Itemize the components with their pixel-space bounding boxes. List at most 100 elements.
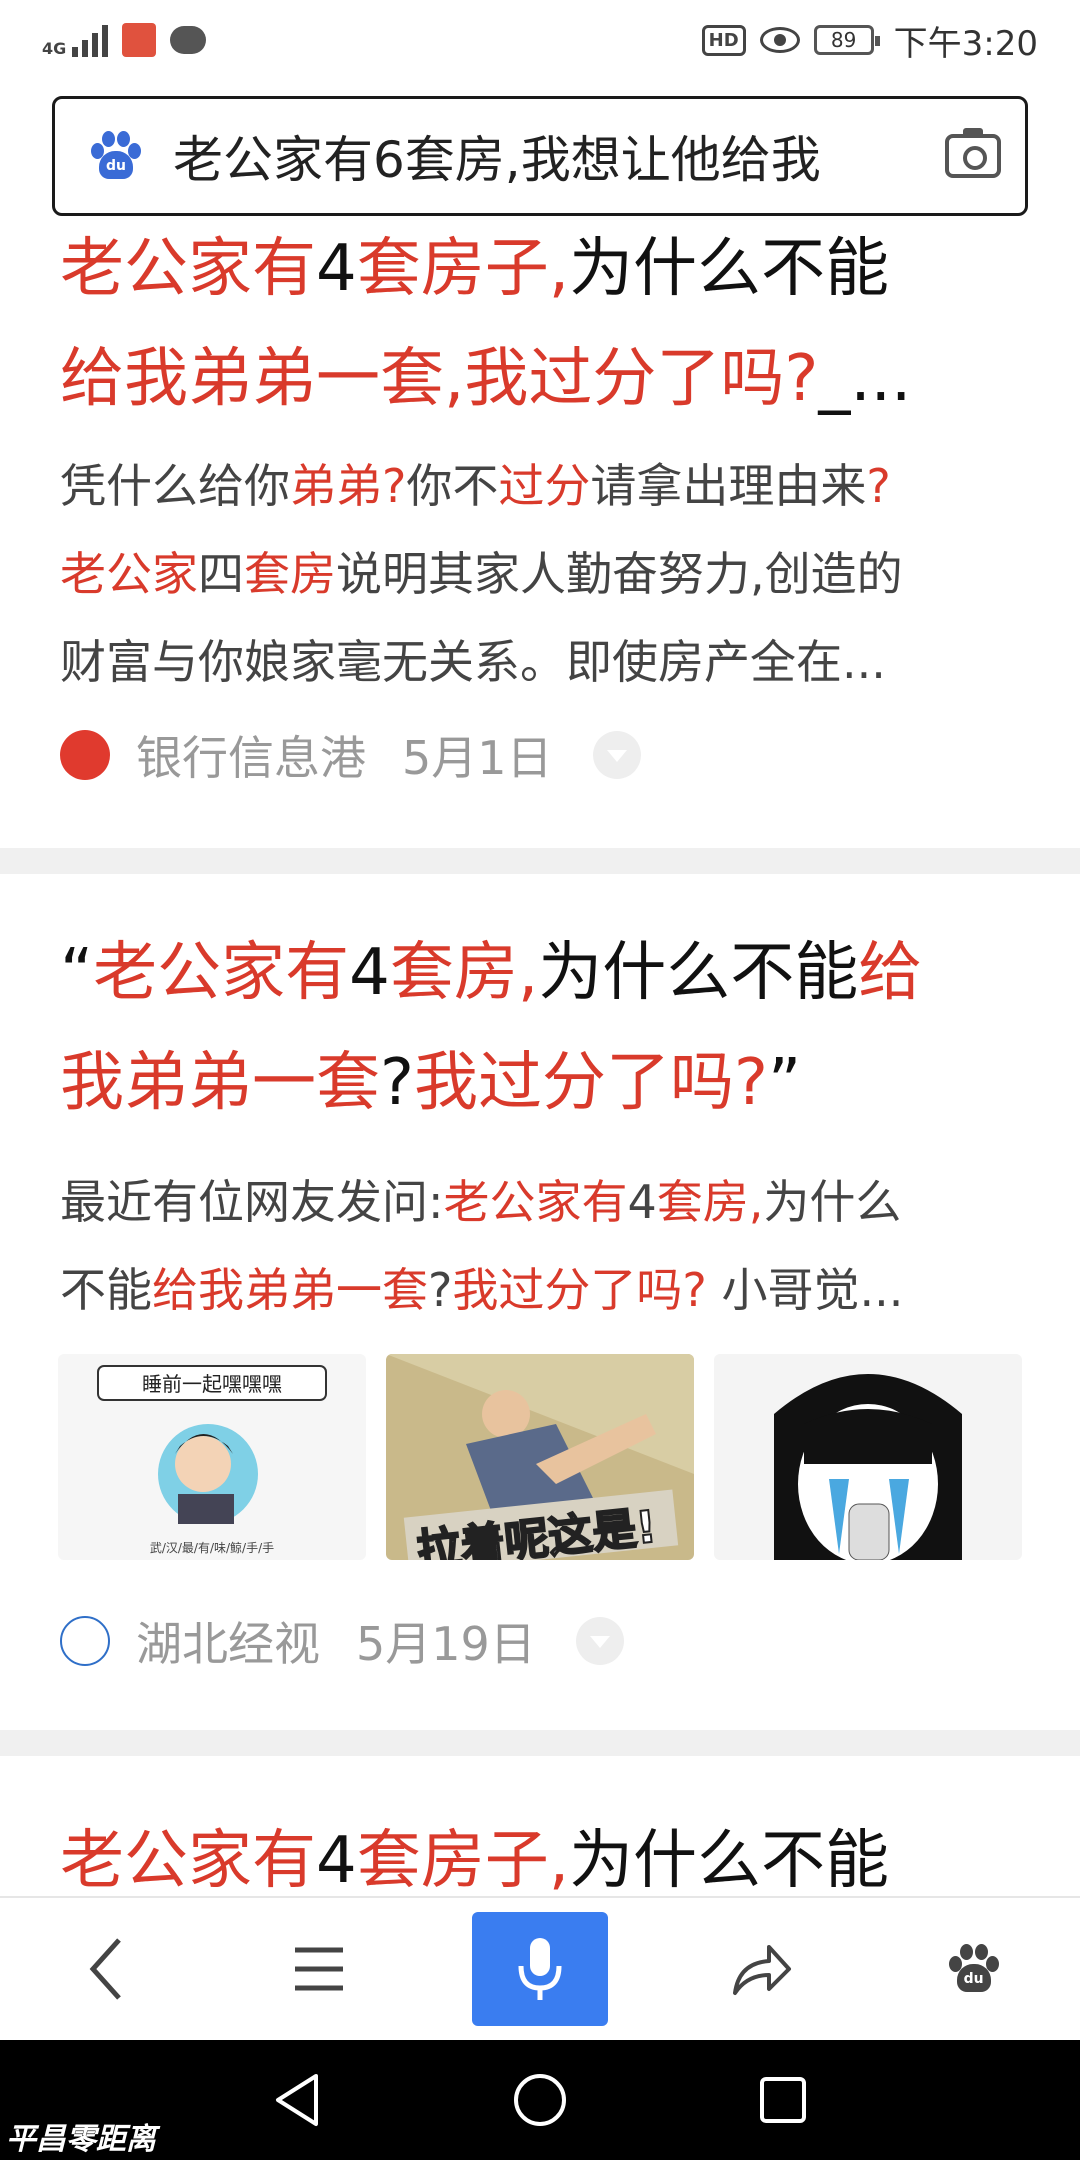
highlighted-text: 弟弟? (290, 459, 407, 513)
highlighted-text: 我过分了吗? (452, 1263, 707, 1317)
text-segment: 凭什么给你 (60, 459, 290, 513)
highlighted-text: 过分 (498, 459, 591, 513)
result-title[interactable]: “老公家有4套房,为什么不能给 我弟弟一套?我过分了吗?” (60, 918, 1030, 1138)
text-segment: 4 (316, 1824, 357, 1898)
thumbnail-image[interactable]: 拉着呢这是! (386, 1354, 694, 1560)
signal-icon (72, 23, 109, 57)
chevron-down-icon[interactable] (592, 731, 641, 779)
text-segment: ? (380, 1046, 414, 1120)
result-snippet: 凭什么给你弟弟?你不过分请拿出理由来? 老公家四套房说明其家人勤奋努力,创造的 财富… (60, 442, 1030, 706)
source-logo-icon (60, 1616, 110, 1666)
text-segment: 4 (349, 936, 390, 1010)
chevron-down-icon[interactable] (575, 1617, 624, 1665)
text-segment: 最近有位网友发问: (60, 1175, 444, 1229)
highlighted-text: 给 (858, 936, 923, 1010)
text-segment: 请拿出理由来 (590, 459, 867, 513)
thumbnail-image[interactable] (714, 1354, 1022, 1560)
baidu-home-button[interactable]: du (914, 1909, 1034, 2029)
nav-recents-icon[interactable] (758, 2075, 808, 2125)
baidu-logo-icon: du (89, 129, 143, 183)
highlighted-text: 套房子, (356, 232, 570, 306)
text-segment: 4 (316, 232, 357, 306)
snippet-line: 凭什么给你弟弟?你不过分请拿出理由来? (60, 442, 1030, 530)
highlighted-text: 套房 (244, 547, 336, 601)
title-line: 老公家有4套房子,为什么不能 (60, 214, 1030, 324)
text-segment: _... (818, 342, 912, 416)
highlighted-text: 我过分了吗? (413, 1046, 768, 1120)
source-name: 银行信息港 (136, 731, 366, 785)
text-segment: 不能 (60, 1263, 152, 1317)
battery-icon: 89 (813, 25, 880, 55)
highlighted-text: 老公家 (60, 547, 198, 601)
highlighted-text: 套房, (389, 936, 539, 1010)
menu-button[interactable] (259, 1909, 379, 2029)
snippet-line: 最近有位网友发问:老公家有4套房,为什么 (60, 1158, 1030, 1246)
text-segment: “ (60, 936, 94, 1010)
highlighted-text: 我弟弟一套 (60, 1046, 380, 1120)
title-line: 我弟弟一套?我过分了吗?” (60, 1028, 1030, 1138)
highlighted-text: 老公家有 (60, 232, 316, 306)
text-segment: 小哥觉... (706, 1263, 904, 1317)
result-title[interactable]: 老公家有4套房子,为什么不能 给我弟弟一套,我过分了吗?_... (60, 214, 1030, 434)
text-segment: 四 (198, 547, 244, 601)
logo-text: du (99, 151, 133, 179)
snippet-line: 财富与你娘家毫无关系。即使房产全在... (60, 618, 1030, 706)
text-segment: 说明其家人勤奋努力,创造的 (336, 547, 903, 601)
nav-back-icon[interactable] (272, 2072, 322, 2128)
search-bar[interactable]: du 老公家有6套房,我想让他给我 (52, 96, 1028, 216)
back-button[interactable] (46, 1909, 166, 2029)
highlighted-text: 套房子, (356, 1824, 570, 1898)
nav-home-icon[interactable] (512, 2072, 568, 2128)
text-segment: 财富与你娘家毫无关系。即使房产全在... (60, 635, 886, 689)
clock: 下午3:20 (893, 23, 1038, 64)
text-segment: 为什么不能 (538, 936, 859, 1010)
voice-search-button[interactable] (471, 1912, 608, 2026)
title-line: 给我弟弟一套,我过分了吗?_... (60, 324, 1030, 434)
system-nav-bar (0, 2040, 1080, 2160)
network-type: 4G (42, 39, 67, 58)
app-notification-icon (122, 23, 157, 57)
back-icon (90, 1938, 122, 2000)
text-segment: 4 (627, 1175, 657, 1229)
message-icon (170, 26, 207, 54)
thumbnail-image[interactable]: 睡前一起嘿嘿嘿 武/汉/最/有/味/鲸/手/手 (58, 1354, 366, 1560)
watermark: 平昌零距离 (6, 2122, 156, 2157)
share-button[interactable] (701, 1909, 821, 2029)
text-segment: ” (767, 1046, 802, 1120)
divider (0, 848, 1080, 874)
source-logo-icon (60, 730, 110, 780)
text-segment: ? (428, 1263, 453, 1317)
source-name: 湖北经视 (136, 1617, 320, 1671)
logo-text: du (956, 1964, 991, 1992)
share-icon (732, 1945, 791, 1995)
title-line: “老公家有4套房,为什么不能给 (60, 918, 1030, 1028)
network-indicator: 4G (42, 23, 109, 58)
thumb-caption: 睡前一起嘿嘿嘿 (142, 1372, 282, 1396)
highlighted-text: ? (866, 459, 891, 513)
divider (0, 1730, 1080, 1756)
result-date: 5月19日 (356, 1617, 536, 1671)
camera-icon[interactable] (945, 128, 1001, 178)
mic-icon (518, 1938, 562, 2000)
search-input[interactable]: 老公家有6套房,我想让他给我 (173, 120, 925, 192)
highlighted-text: 给我弟弟一套 (152, 1263, 428, 1317)
text-segment: 为什么 (763, 1175, 902, 1229)
menu-icon (295, 1947, 344, 1991)
highlighted-text: 套房, (656, 1175, 764, 1229)
text-segment: 为什么不能 (569, 232, 890, 306)
snippet-line: 不能给我弟弟一套?我过分了吗? 小哥觉... (60, 1246, 1030, 1334)
result-date: 5月1日 (402, 731, 553, 785)
snippet-line: 老公家四套房说明其家人勤奋努力,创造的 (60, 530, 1030, 618)
hd-badge: HD (701, 24, 746, 56)
status-bar: 4G HD 89 下午3:20 (0, 0, 1080, 80)
highlighted-text: 老公家有 (443, 1175, 628, 1229)
bottom-toolbar: du (0, 1896, 1080, 2040)
highlighted-text: 老公家有 (60, 1824, 316, 1898)
text-segment: 你不 (406, 459, 499, 513)
baidu-paw-icon: du (947, 1942, 1001, 1996)
thumbnail-row: 睡前一起嘿嘿嘿 武/汉/最/有/味/鲸/手/手 拉着呢这是! (58, 1354, 1022, 1560)
status-right: HD 89 下午3:20 (701, 16, 1038, 65)
status-left: 4G (42, 23, 207, 58)
highlighted-text: 给我弟弟一套,我过分了吗? (60, 342, 819, 416)
result-snippet: 最近有位网友发问:老公家有4套房,为什么 不能给我弟弟一套?我过分了吗? 小哥觉.… (60, 1158, 1030, 1334)
